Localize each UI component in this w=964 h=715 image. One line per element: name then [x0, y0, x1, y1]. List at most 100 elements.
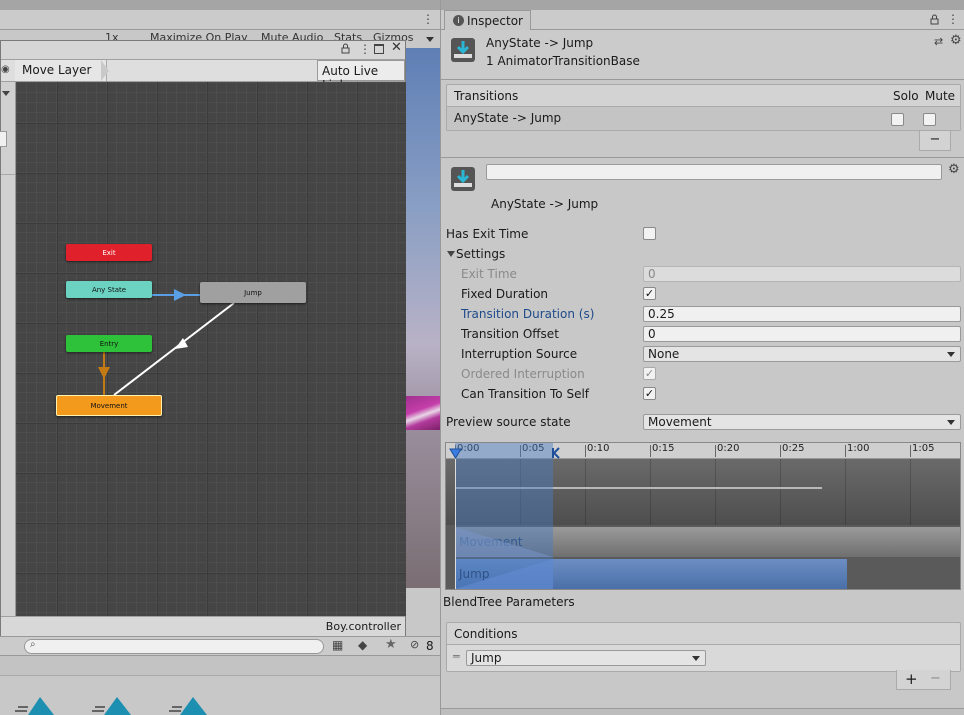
- solo-column-label: Solo: [893, 89, 919, 103]
- window-top-strip: [0, 0, 440, 10]
- tab-label: Inspector: [467, 14, 523, 28]
- add-condition-button[interactable]: +: [905, 670, 918, 688]
- kebab-menu-icon[interactable]: ⋮: [947, 12, 959, 26]
- gear-icon[interactable]: ⚙: [948, 162, 960, 177]
- inspector-bottom-edge: [441, 708, 964, 715]
- arrow-head: [98, 367, 110, 379]
- can-transition-to-self-checkbox[interactable]: ✓: [643, 387, 656, 400]
- maximize-icon[interactable]: [374, 44, 384, 54]
- hidden-packages-icon[interactable]: ⊘: [410, 638, 419, 651]
- lock-icon[interactable]: [930, 14, 939, 28]
- asset-icon: [15, 697, 54, 715]
- mute-checkbox[interactable]: [923, 113, 936, 126]
- ordered-interruption-label: Ordered Interruption: [461, 367, 585, 381]
- game-view-toolbar: ⋮: [0, 10, 440, 30]
- breadcrumb-layer[interactable]: Move Layer: [22, 63, 91, 77]
- transition-duration-field[interactable]: 0.25: [643, 306, 961, 322]
- remove-transition-button[interactable]: −: [919, 131, 951, 151]
- transitions-header: Transitions Solo Mute: [447, 85, 960, 107]
- conditions-list: Conditions ═ Jump: [446, 622, 961, 672]
- preview-source-state-label: Preview source state: [446, 415, 571, 429]
- chevron-down-icon: [692, 656, 700, 661]
- node-label: Jump: [244, 288, 262, 297]
- kebab-menu-icon[interactable]: ⋮: [359, 42, 371, 56]
- preview-source-state-dropdown[interactable]: Movement: [643, 414, 961, 430]
- inspector-panel: i Inspector ⋮ AnyState -> Jump 1 Animato…: [440, 0, 964, 715]
- node-label: Exit: [102, 248, 116, 257]
- node-label: Any State: [91, 285, 127, 294]
- transition-offset-field[interactable]: 0: [643, 326, 961, 342]
- layer-field-edge[interactable]: [0, 131, 7, 147]
- transition-offset-label: Transition Offset: [461, 327, 559, 341]
- gizmos-dropdown-arrow-icon[interactable]: [426, 37, 434, 42]
- transition-timeline[interactable]: 0:00 0:05 0:10 0:15 0:20 0:25 1:00 1:05 …: [445, 442, 961, 590]
- asset-icon: [92, 697, 131, 715]
- controller-file-label: Boy.controller: [325, 620, 401, 633]
- fixed-duration-label: Fixed Duration: [461, 287, 549, 301]
- remove-label: −: [929, 132, 941, 147]
- favorite-star-icon[interactable]: ★: [385, 637, 397, 652]
- transition-icon: [451, 38, 475, 62]
- drag-handle-icon[interactable]: ═: [453, 650, 460, 663]
- info-icon: i: [453, 15, 464, 26]
- tab-inspector[interactable]: i Inspector: [444, 10, 531, 31]
- transition-row-label: AnyState -> Jump: [454, 111, 562, 125]
- transition-icon: [451, 167, 475, 191]
- interruption-source-dropdown[interactable]: None: [643, 346, 961, 362]
- hidden-count: 8: [426, 639, 434, 653]
- mute-column-label: Mute: [925, 89, 956, 103]
- transition-row[interactable]: AnyState -> Jump: [447, 107, 960, 130]
- animator-graph-canvas[interactable]: Exit Any State Jump Entry Movement: [16, 82, 406, 616]
- has-exit-time-checkbox[interactable]: [643, 227, 656, 240]
- node-jump[interactable]: Jump: [200, 282, 306, 303]
- transitions-list: Transitions Solo Mute AnyState -> Jump: [446, 84, 961, 131]
- breadcrumb[interactable]: Move Layer: [15, 60, 109, 81]
- blendtree-parameters-label: BlendTree Parameters: [443, 595, 575, 609]
- presets-icon[interactable]: ⇄: [934, 35, 943, 48]
- lock-icon[interactable]: [341, 43, 350, 54]
- node-any-state[interactable]: Any State: [66, 281, 152, 298]
- gear-icon[interactable]: ⚙: [950, 33, 962, 48]
- dropdown-arrow-icon[interactable]: [2, 91, 10, 96]
- remove-condition-button[interactable]: −: [930, 671, 941, 686]
- solo-checkbox[interactable]: [891, 113, 904, 126]
- animator-window: ⋮ ✕ ◉ Move Layer Auto Live Link Exit: [0, 40, 406, 636]
- node-exit[interactable]: Exit: [66, 244, 152, 261]
- filter-by-type-icon[interactable]: ▦: [332, 638, 343, 652]
- project-search-input[interactable]: ⌕: [24, 639, 324, 654]
- transition-name-input[interactable]: [486, 164, 942, 180]
- inspector-subtitle: 1 AnimatorTransitionBase: [486, 54, 640, 68]
- close-icon[interactable]: ✕: [391, 40, 402, 55]
- eye-icon[interactable]: ◉: [1, 64, 10, 75]
- animator-status-bar: Boy.controller: [1, 616, 405, 636]
- exit-time-field: 0: [643, 266, 961, 282]
- condition-parameter-dropdown[interactable]: Jump: [466, 650, 706, 666]
- settings-foldout-label[interactable]: Settings: [456, 247, 505, 261]
- node-movement[interactable]: Movement: [56, 395, 162, 416]
- interruption-source-value: None: [648, 347, 680, 361]
- inspector-header: AnyState -> Jump 1 AnimatorTransitionBas…: [441, 30, 964, 80]
- breadcrumb-chevron-icon: [101, 60, 109, 81]
- transition-title: AnyState -> Jump: [491, 197, 599, 211]
- playhead-line: [455, 457, 456, 589]
- panel-divider: [1, 174, 15, 175]
- can-transition-to-self-label: Can Transition To Self: [461, 387, 590, 401]
- ordered-interruption-checkbox: ✓: [643, 367, 656, 380]
- playhead-handle-icon[interactable]: [449, 447, 462, 459]
- filter-by-label-icon[interactable]: ◆: [358, 638, 367, 652]
- asset-icon: [169, 697, 207, 715]
- chevron-down-icon: [947, 420, 955, 425]
- conditions-header-label: Conditions: [454, 627, 518, 641]
- fixed-duration-checkbox[interactable]: ✓: [643, 287, 656, 300]
- kebab-menu-icon[interactable]: ⋮: [422, 12, 434, 26]
- settings-foldout-arrow-icon[interactable]: [447, 251, 455, 257]
- node-label: Entry: [99, 339, 119, 348]
- layers-panel-collapsed[interactable]: [0, 82, 16, 616]
- condition-row[interactable]: ═ Jump: [447, 645, 960, 671]
- auto-live-link-button[interactable]: Auto Live Link: [317, 60, 405, 92]
- project-assets-area[interactable]: [0, 676, 440, 715]
- scene-view-background: [406, 48, 440, 588]
- animator-title-bar: ⋮ ✕: [1, 40, 405, 60]
- node-entry[interactable]: Entry: [66, 335, 152, 352]
- transition-end-handle-icon[interactable]: [551, 447, 561, 459]
